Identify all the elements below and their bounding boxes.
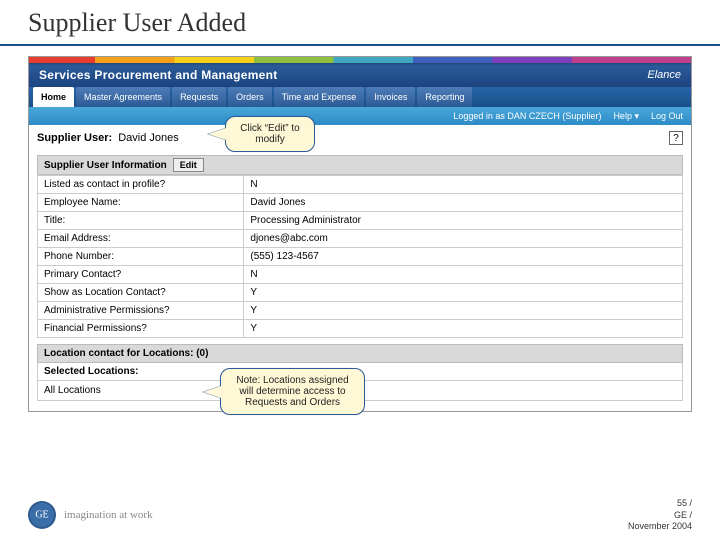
section-supplier-user-info: Supplier User Information Edit xyxy=(37,155,683,175)
page-heading-value: David Jones xyxy=(118,132,179,144)
tab-orders[interactable]: Orders xyxy=(228,87,272,107)
slide-title: Supplier User Added xyxy=(0,0,720,46)
page-heading-label: Supplier User: xyxy=(37,132,112,144)
tab-master-agreements[interactable]: Master Agreements xyxy=(76,87,170,107)
table-row: Show as Location Contact?Y xyxy=(38,284,683,302)
user-status-bar: Logged in as DAN CZECH (Supplier) Help ▾… xyxy=(29,107,691,125)
callout-tail-icon xyxy=(203,386,221,398)
header-accent-strip xyxy=(29,57,691,63)
callout-tail-icon xyxy=(208,128,226,140)
tab-requests[interactable]: Requests xyxy=(172,87,226,107)
table-row: Listed as contact in profile?N xyxy=(38,176,683,194)
table-row: Title:Processing Administrator xyxy=(38,212,683,230)
section-title: Supplier User Information xyxy=(44,160,167,171)
help-menu[interactable]: Help ▾ xyxy=(613,111,639,122)
callout-locations: Note: Locations assigned will determine … xyxy=(220,368,365,415)
tab-home[interactable]: Home xyxy=(33,87,74,107)
ge-logo-icon xyxy=(28,501,56,529)
edit-button[interactable]: Edit xyxy=(173,158,204,172)
table-row: Email Address:djones@abc.com xyxy=(38,230,683,248)
app-window: Services Procurement and Management Elan… xyxy=(28,56,692,412)
tab-invoices[interactable]: Invoices xyxy=(366,87,415,107)
slide-footer: imagination at work 55 / GE / November 2… xyxy=(28,498,692,532)
footer-tagline: imagination at work xyxy=(64,509,153,521)
section-location-contact: Location contact for Locations: (0) xyxy=(37,344,683,363)
logged-in-text: Logged in as DAN CZECH (Supplier) xyxy=(453,111,601,121)
tab-reporting[interactable]: Reporting xyxy=(417,87,472,107)
help-icon[interactable]: ? xyxy=(669,131,683,145)
footer-meta: 55 / GE / November 2004 xyxy=(628,498,692,532)
table-row: Employee Name:David Jones xyxy=(38,194,683,212)
table-row: Financial Permissions?Y xyxy=(38,320,683,338)
info-table: Listed as contact in profile?N Employee … xyxy=(37,175,683,338)
nav-tabs: Home Master Agreements Requests Orders T… xyxy=(29,87,691,107)
tab-time-expense[interactable]: Time and Expense xyxy=(274,87,365,107)
vendor-name: Elance xyxy=(647,69,681,81)
callout-edit: Click “Edit” to modify xyxy=(225,116,315,152)
logout-link[interactable]: Log Out xyxy=(651,111,683,121)
app-title: Services Procurement and Management xyxy=(39,68,278,82)
brand-bar: Services Procurement and Management Elan… xyxy=(29,63,691,87)
page-body: Supplier User: David Jones ? Supplier Us… xyxy=(29,125,691,411)
table-row: Administrative Permissions?Y xyxy=(38,302,683,320)
page-heading: Supplier User: David Jones ? xyxy=(37,131,683,145)
table-row: Primary Contact?N xyxy=(38,266,683,284)
table-row: Phone Number:(555) 123-4567 xyxy=(38,248,683,266)
